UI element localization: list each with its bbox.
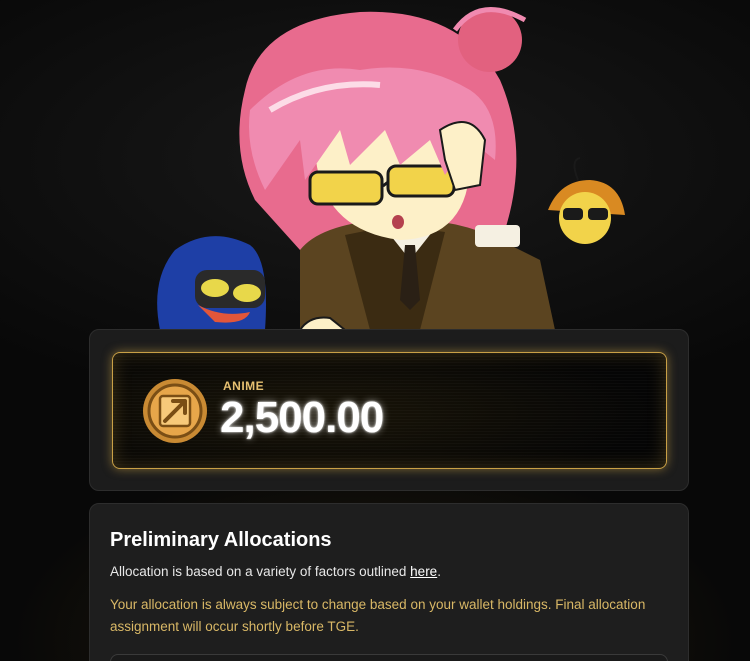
hero-illustration bbox=[157, 7, 625, 331]
blue-creature-mascot bbox=[157, 236, 266, 330]
allocations-note: Your allocation is always subject to cha… bbox=[110, 597, 646, 634]
allocations-inner-box bbox=[110, 654, 668, 661]
token-symbol: ANIME bbox=[223, 379, 265, 393]
anime-girl-mascot bbox=[239, 7, 555, 331]
balance-card: ANIME 2,500.00 bbox=[112, 352, 667, 469]
allocations-panel: Preliminary Allocations Allocation is ba… bbox=[89, 503, 689, 661]
balance-panel: ANIME 2,500.00 bbox=[89, 329, 689, 491]
allocations-description-text: Allocation is based on a variety of fact… bbox=[110, 564, 411, 579]
allocations-title: Preliminary Allocations bbox=[110, 529, 332, 551]
token-amount: 2,500.00 bbox=[220, 393, 384, 442]
allocation-factors-link[interactable]: here bbox=[410, 564, 437, 579]
allocations-description: Allocation is based on a variety of fact… bbox=[110, 564, 441, 579]
yellow-creature-mascot bbox=[548, 157, 625, 244]
anime-token-icon bbox=[143, 379, 207, 443]
allocations-description-end: . bbox=[437, 564, 441, 579]
